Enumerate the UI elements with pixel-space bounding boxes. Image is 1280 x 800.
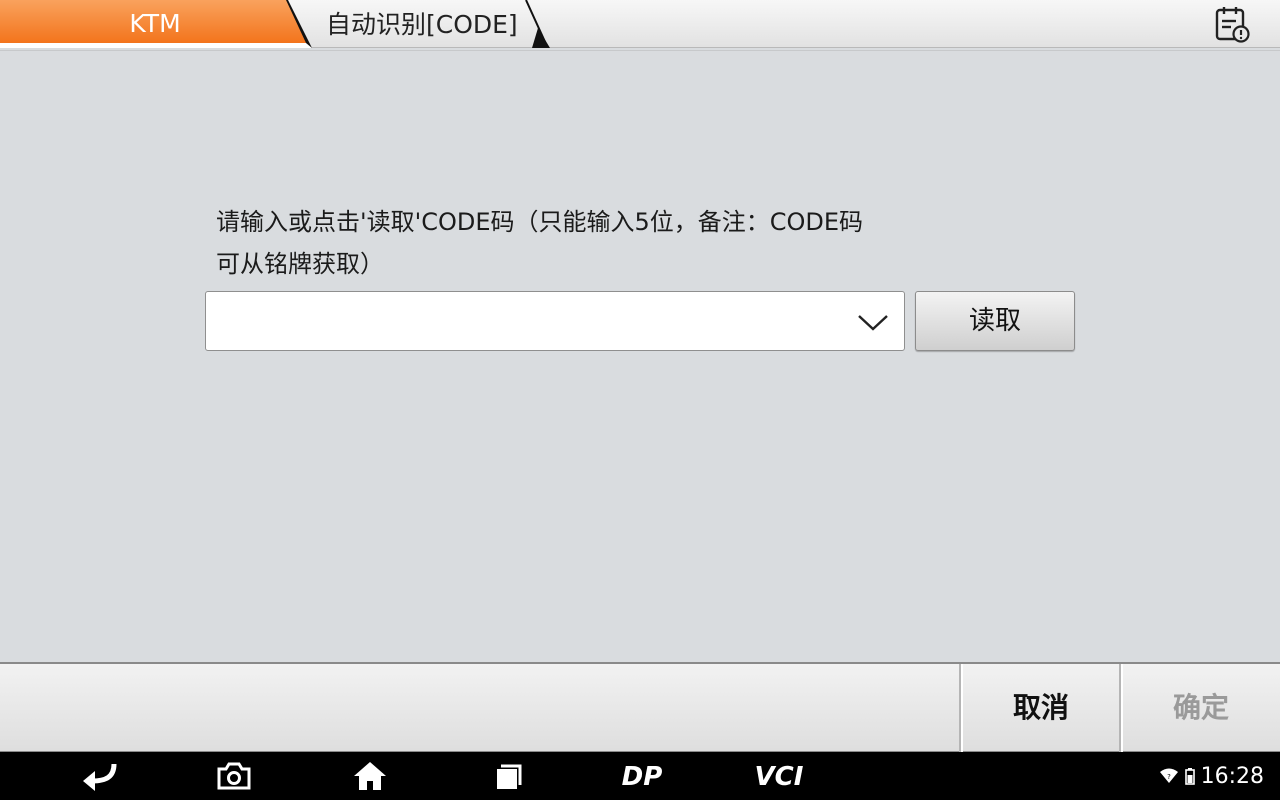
code-select[interactable]	[205, 291, 905, 351]
cancel-button[interactable]: 取消	[959, 664, 1119, 752]
tab-auto-detect-code-label: 自动识别[CODE]	[326, 10, 518, 39]
dp-icon: DP	[622, 762, 663, 790]
report-button[interactable]	[1210, 4, 1254, 44]
code-prompt-line-2: 可从铭牌获取）	[216, 250, 384, 278]
status-area: ? 16:28	[1159, 752, 1264, 800]
vci-label: VCI	[755, 762, 804, 790]
tab-ktm-label: KTM	[129, 9, 181, 38]
svg-text:?: ?	[1167, 773, 1171, 781]
back-icon	[83, 763, 117, 791]
dp-button[interactable]: DP	[610, 760, 674, 792]
code-prompt: 请输入或点击'读取'CODE码（只能输入5位，备注：CODE码 可从铭牌获取）	[216, 201, 916, 285]
code-prompt-line-1: 请输入或点击'读取'CODE码（只能输入5位，备注：CODE码	[216, 208, 864, 236]
screenshot-icon	[217, 762, 251, 790]
recent-apps-button[interactable]	[488, 760, 528, 792]
home-icon	[354, 762, 386, 790]
title-bar: KTM 自动识别[CODE]	[0, 0, 1280, 48]
system-nav-bar: DP VCI ? 16:28	[0, 752, 1280, 800]
home-button[interactable]	[350, 760, 390, 792]
tab-ktm[interactable]: KTM	[0, 0, 312, 48]
report-icon	[1215, 7, 1250, 43]
recent-apps-icon	[497, 764, 522, 789]
back-button[interactable]	[78, 760, 122, 792]
vci-icon: VCI	[755, 762, 804, 790]
screenshot-button[interactable]	[214, 760, 254, 792]
chevron-down-icon	[858, 315, 888, 331]
dp-label: DP	[622, 762, 663, 790]
action-bar: 取消 确定	[0, 662, 1280, 752]
tab-auto-detect-code[interactable]: 自动识别[CODE]	[300, 0, 555, 48]
read-button[interactable]: 读取	[915, 291, 1075, 351]
wifi-icon: ?	[1159, 768, 1178, 783]
vci-button[interactable]: VCI	[744, 760, 814, 792]
battery-icon	[1184, 768, 1195, 785]
ok-button[interactable]: 确定	[1119, 664, 1279, 752]
clock: 16:28	[1200, 763, 1264, 789]
content-area: 请输入或点击'读取'CODE码（只能输入5位，备注：CODE码 可从铭牌获取） …	[0, 50, 1280, 662]
